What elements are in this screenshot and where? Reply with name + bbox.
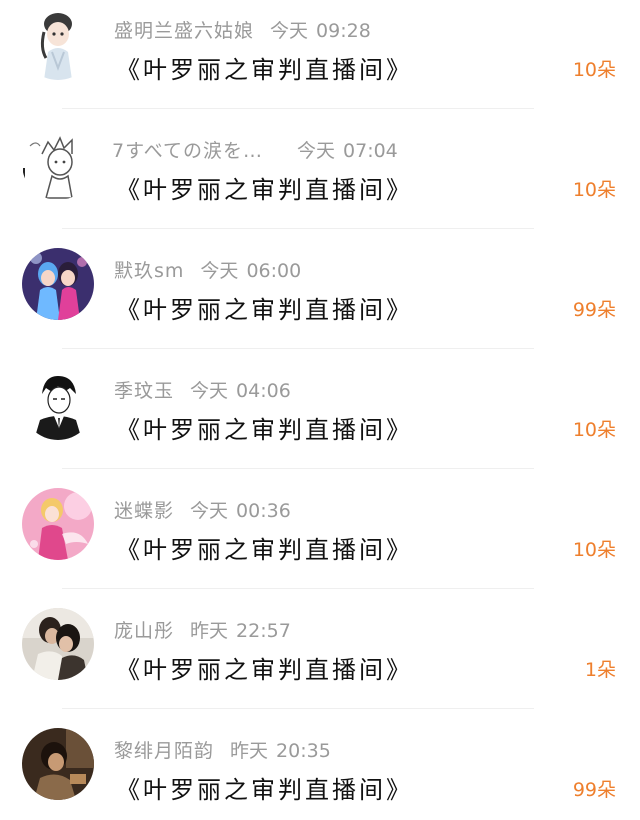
avatar-anime-girl-icon <box>22 8 94 80</box>
live-room-title[interactable]: 《叶罗丽之审判直播间》 <box>116 50 413 85</box>
gift-count: 10朵 <box>572 59 616 81</box>
username[interactable]: 盛明兰盛六姑娘 <box>114 20 254 42</box>
avatar-vintage-photo-icon <box>22 728 94 800</box>
username[interactable]: 默玖sm <box>114 260 184 282</box>
list-item[interactable]: 7すべての涙を… 今天 07:04 《叶罗丽之审判直播间》 10朵 <box>0 120 640 240</box>
live-room-title[interactable]: 《叶罗丽之审判直播间》 <box>116 770 413 805</box>
gift-count: 99朵 <box>572 299 616 321</box>
list-item[interactable]: 迷蝶影 今天 00:36 《叶罗丽之审判直播间》 10朵 <box>0 480 640 600</box>
list-item[interactable]: 默玖sm 今天 06:00 《叶罗丽之审判直播间》 99朵 <box>0 240 640 360</box>
divider <box>62 348 534 349</box>
avatar-couple-photo-icon <box>22 608 94 680</box>
gift-count: 10朵 <box>572 179 616 201</box>
gift-count: 10朵 <box>572 539 616 561</box>
username[interactable]: 庞山彤 <box>114 620 174 642</box>
list-item[interactable]: 盛明兰盛六姑娘 今天 09:28 《叶罗丽之审判直播间》 10朵 <box>0 0 640 120</box>
divider <box>62 588 534 589</box>
entry-meta: 季玟玉 今天 04:06 <box>114 376 291 403</box>
avatar[interactable] <box>22 368 94 440</box>
timestamp: 00:36 <box>236 500 291 522</box>
entry-meta: 庞山彤 昨天 22:57 <box>114 616 291 643</box>
timestamp: 22:57 <box>236 620 291 642</box>
entry-meta: 盛明兰盛六姑娘 今天 09:28 <box>114 16 371 43</box>
avatar-fairy-princess-icon <box>22 488 94 560</box>
entry-meta: 7すべての涙を… 今天 07:04 <box>112 136 398 163</box>
gift-record-list: 盛明兰盛六姑娘 今天 09:28 《叶罗丽之审判直播间》 10朵 7すべての涙を… 今… <box>0 0 640 820</box>
username[interactable]: 7すべての涙を… <box>112 140 263 162</box>
timestamp: 20:35 <box>276 740 331 762</box>
list-item[interactable]: 黎绯月陌韵 昨天 20:35 《叶罗丽之审判直播间》 99朵 <box>0 720 640 820</box>
divider <box>62 468 534 469</box>
timestamp: 07:04 <box>343 140 398 162</box>
date-label: 今天 <box>190 500 229 522</box>
gift-count: 99朵 <box>572 779 616 801</box>
avatar[interactable] <box>22 128 94 200</box>
username[interactable]: 迷蝶影 <box>114 500 174 522</box>
live-room-title[interactable]: 《叶罗丽之审判直播间》 <box>116 530 413 565</box>
date-label: 今天 <box>190 380 229 402</box>
live-room-title[interactable]: 《叶罗丽之审判直播间》 <box>116 410 413 445</box>
date-label: 今天 <box>270 20 309 42</box>
date-label: 昨天 <box>230 740 269 762</box>
avatar[interactable] <box>22 248 94 320</box>
avatar[interactable] <box>22 488 94 560</box>
avatar[interactable] <box>22 608 94 680</box>
avatar[interactable] <box>22 728 94 800</box>
entry-meta: 黎绯月陌韵 昨天 20:35 <box>114 736 331 763</box>
live-room-title[interactable]: 《叶罗丽之审判直播间》 <box>116 170 413 205</box>
username[interactable]: 黎绯月陌韵 <box>114 740 214 762</box>
gift-count: 1朵 <box>584 659 616 681</box>
entry-meta: 默玖sm 今天 06:00 <box>114 256 301 283</box>
date-label: 昨天 <box>190 620 229 642</box>
timestamp: 06:00 <box>246 260 302 282</box>
avatar-dolls-icon <box>22 248 94 320</box>
entry-meta: 迷蝶影 今天 00:36 <box>114 496 291 523</box>
list-item[interactable]: 季玟玉 今天 04:06 《叶罗丽之审判直播间》 10朵 <box>0 360 640 480</box>
divider <box>62 708 534 709</box>
live-room-title[interactable]: 《叶罗丽之审判直播间》 <box>116 650 413 685</box>
date-label: 今天 <box>200 260 239 282</box>
live-room-title[interactable]: 《叶罗丽之审判直播间》 <box>116 290 413 325</box>
avatar-sketch-boy-icon <box>22 128 94 200</box>
list-item[interactable]: 庞山彤 昨天 22:57 《叶罗丽之审判直播间》 1朵 <box>0 600 640 720</box>
divider <box>62 228 534 229</box>
timestamp: 04:06 <box>236 380 291 402</box>
gift-count: 10朵 <box>572 419 616 441</box>
timestamp: 09:28 <box>316 20 371 42</box>
date-label: 今天 <box>297 140 336 162</box>
avatar-suit-boy-icon <box>22 368 94 440</box>
divider <box>62 108 534 109</box>
username[interactable]: 季玟玉 <box>114 380 174 402</box>
avatar[interactable] <box>22 8 94 80</box>
